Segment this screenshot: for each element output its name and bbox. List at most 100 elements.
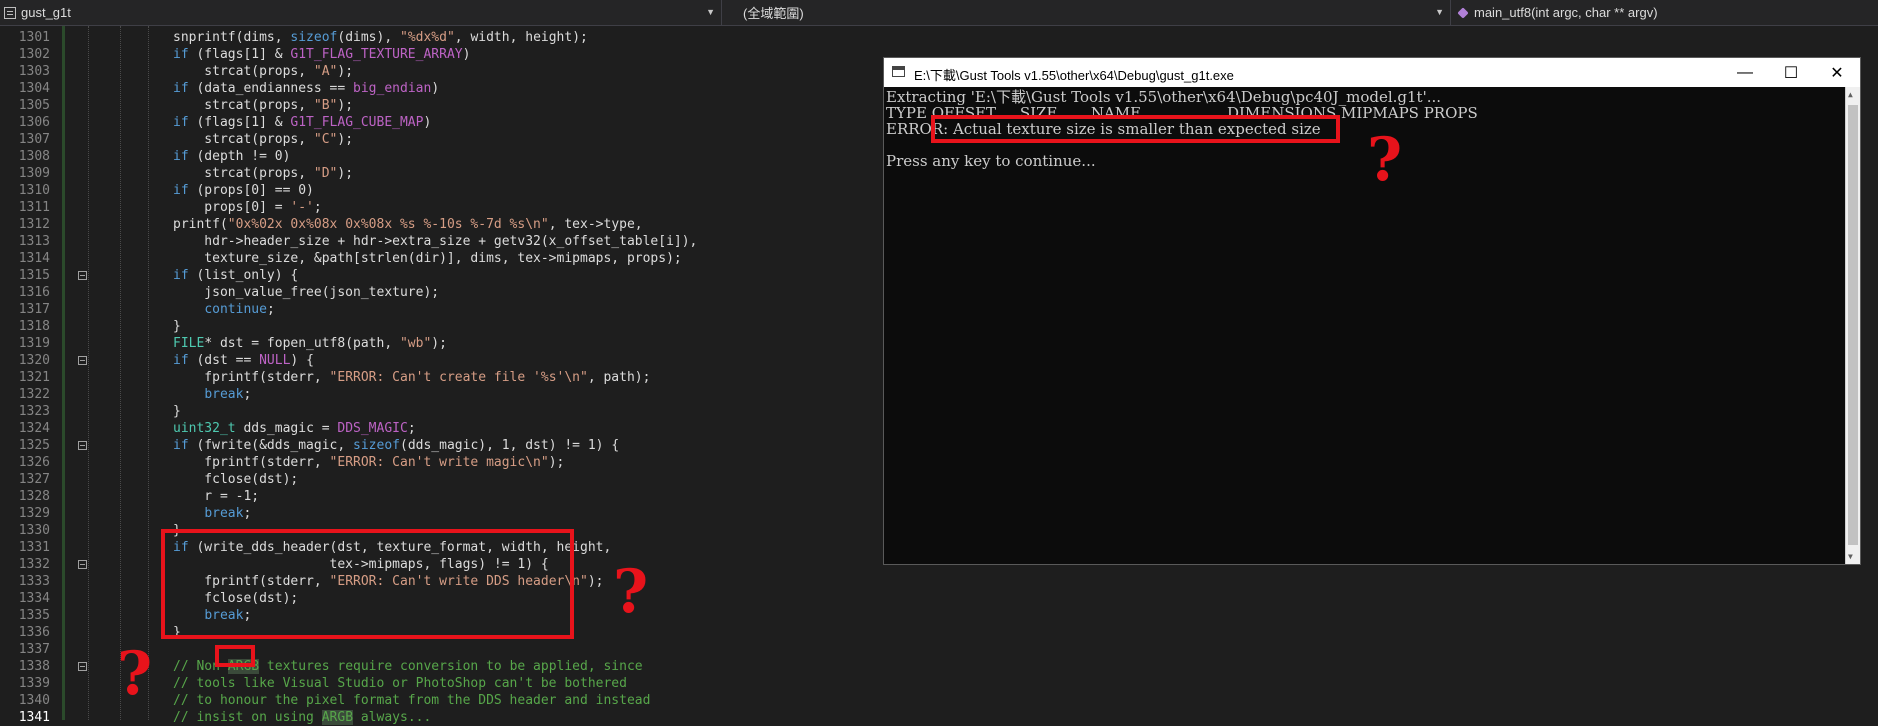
code-token: dds_magic = — [235, 421, 338, 436]
code-text: FILE* dst = fopen_utf8(path, "wb"); — [173, 335, 447, 352]
code-line[interactable]: 1327 fclose(dst); — [0, 471, 900, 488]
code-text: fclose(dst); — [173, 471, 298, 488]
code-token: printf( — [173, 217, 228, 232]
code-line[interactable]: 1318} — [0, 318, 900, 335]
code-line[interactable]: 1329 break; — [0, 505, 900, 522]
code-line[interactable]: 1306 if (flags[1] & G1T_FLAG_CUBE_MAP) — [0, 114, 900, 131]
line-number: 1302 — [18, 47, 50, 62]
function-dropdown[interactable]: main_utf8(int argc, char ** argv) — [1452, 0, 1878, 25]
code-text: props[0] = '-'; — [173, 199, 321, 216]
scope-dropdown[interactable]: (全域範圍) ▼ — [723, 0, 1451, 25]
code-token: (flags[1] & — [188, 115, 291, 130]
code-line[interactable]: 1322 break; — [0, 386, 900, 403]
code-token: snprintf(dims, — [173, 30, 291, 45]
code-line[interactable]: 1311 props[0] = '-'; — [0, 199, 900, 216]
line-number: 1330 — [18, 523, 50, 538]
code-line[interactable]: 1307 strcat(props, "C"); — [0, 131, 900, 148]
line-number: 1336 — [18, 625, 50, 640]
maximize-button[interactable]: ☐ — [1768, 58, 1814, 87]
close-button[interactable]: ✕ — [1814, 58, 1860, 87]
code-token: * dst = fopen_utf8(path, — [204, 336, 400, 351]
code-token: if — [173, 115, 189, 130]
code-text: if (fwrite(&dds_magic, sizeof(dds_magic)… — [173, 437, 619, 454]
collapse-icon[interactable] — [78, 662, 87, 671]
minimize-button[interactable]: — — [1722, 58, 1768, 87]
collapse-icon[interactable] — [78, 441, 87, 450]
code-line[interactable]: 1305 strcat(props, "B"); — [0, 97, 900, 114]
code-token: fprintf(stderr, — [173, 370, 330, 385]
code-token: G1T_FLAG_CUBE_MAP — [290, 115, 424, 130]
file-dropdown[interactable]: gust_g1t ▼ — [0, 0, 722, 25]
code-token: // tools like Visual Studio or PhotoShop… — [173, 676, 627, 691]
code-token: json_value_free(json_texture); — [173, 285, 440, 300]
code-line[interactable]: 1325 if (fwrite(&dds_magic, sizeof(dds_ma… — [0, 437, 900, 454]
code-token: "D" — [313, 166, 338, 181]
code-line[interactable]: 1319 FILE* dst = fopen_utf8(path, "wb"); — [0, 335, 900, 352]
line-number: 1311 — [18, 200, 50, 215]
code-line[interactable]: 1314 texture_size, &path[strlen(dir)], d… — [0, 250, 900, 267]
line-number: 1304 — [18, 81, 50, 96]
code-token: sizeof — [353, 438, 400, 453]
scroll-up-icon[interactable]: ▲ — [1848, 90, 1853, 99]
code-line[interactable]: 1313 hdr->header_size + hdr->extra_size … — [0, 233, 900, 250]
function-label: main_utf8(int argc, char ** argv) — [1474, 5, 1658, 20]
code-line[interactable]: 1316 json_value_free(json_texture); — [0, 284, 900, 301]
code-line[interactable]: 1312 printf("0x%02x 0x%08x 0x%08x %s %-10… — [0, 216, 900, 233]
collapse-icon[interactable] — [78, 271, 87, 280]
code-line[interactable]: 1321 fprintf(stderr, "ERROR: Can't creat… — [0, 369, 900, 386]
code-token: , path); — [587, 370, 651, 385]
code-token: G1T_FLAG_TEXTURE_ARRAY — [290, 47, 463, 62]
code-line[interactable]: 1317 continue; — [0, 301, 900, 318]
navigation-bar: gust_g1t ▼ (全域範圍) ▼ main_utf8(int argc, … — [0, 0, 1878, 26]
code-line[interactable]: 1326 fprintf(stderr, "ERROR: Can't write… — [0, 454, 900, 471]
annotation-question-mark: ? — [613, 557, 649, 627]
code-line[interactable]: 1304 if (data_endianness == big_endian) — [0, 80, 900, 97]
line-number: 1328 — [18, 489, 50, 504]
code-line[interactable]: 1324 uint32_t dds_magic = DDS_MAGIC; — [0, 420, 900, 437]
file-icon — [4, 6, 16, 19]
code-token: if — [173, 183, 189, 198]
code-line[interactable]: 1301 snprintf(dims, sizeof(dims), "%dx%d"… — [0, 29, 900, 46]
line-number: 1329 — [18, 506, 50, 521]
line-number: 1308 — [18, 149, 50, 164]
line-number: 1339 — [18, 676, 50, 691]
line-number: 1312 — [18, 217, 50, 232]
code-token: ) — [423, 115, 432, 130]
code-token: (list_only) { — [188, 268, 299, 283]
annotation-box-write-dds-header — [161, 529, 574, 639]
console-scrollbar[interactable]: ▲ ▼ — [1845, 87, 1860, 564]
code-line[interactable]: 1308 if (depth != 0) — [0, 148, 900, 165]
code-token: , width, height); — [454, 30, 588, 45]
code-token: ) { — [290, 353, 314, 368]
code-line[interactable]: 1309 strcat(props, "D"); — [0, 165, 900, 182]
code-line[interactable]: 1320 if (dst == NULL) { — [0, 352, 900, 369]
code-token: if — [173, 149, 189, 164]
line-number: 1314 — [18, 251, 50, 266]
collapse-icon[interactable] — [78, 560, 87, 569]
console-titlebar[interactable]: E:\下載\Gust Tools v1.55\other\x64\Debug\g… — [884, 58, 1860, 87]
code-line[interactable]: 1328 r = -1; — [0, 488, 900, 505]
code-token: big_endian — [353, 81, 432, 96]
line-number: 1315 — [18, 268, 50, 283]
code-text: fprintf(stderr, "ERROR: Can't create fil… — [173, 369, 650, 386]
code-token: "wb" — [399, 336, 432, 351]
code-token: // insist on using — [173, 710, 322, 725]
collapse-icon[interactable] — [78, 356, 87, 365]
scroll-down-icon[interactable]: ▼ — [1848, 552, 1853, 561]
code-line[interactable]: 1315 if (list_only) { — [0, 267, 900, 284]
code-line[interactable]: 1323} — [0, 403, 900, 420]
code-token: // to honour the pixel format from the D… — [173, 693, 651, 708]
code-token: ; — [243, 506, 252, 521]
code-token: sizeof — [290, 30, 338, 45]
code-text: if (list_only) { — [173, 267, 298, 284]
code-token: "ERROR: Can't write magic\n" — [329, 455, 549, 470]
code-line[interactable]: 1310 if (props[0] == 0) — [0, 182, 900, 199]
scrollbar-thumb[interactable] — [1848, 105, 1858, 545]
line-number: 1341 — [18, 710, 50, 725]
line-number: 1340 — [18, 693, 50, 708]
code-text: snprintf(dims, sizeof(dims), "%dx%d", wi… — [173, 29, 588, 46]
code-line[interactable]: 1302 if (flags[1] & G1T_FLAG_TEXTURE_ARRA… — [0, 46, 900, 63]
code-line[interactable]: 1341 // insist on using ARGB always... — [0, 709, 900, 726]
code-line[interactable]: 1303 strcat(props, "A"); — [0, 63, 900, 80]
